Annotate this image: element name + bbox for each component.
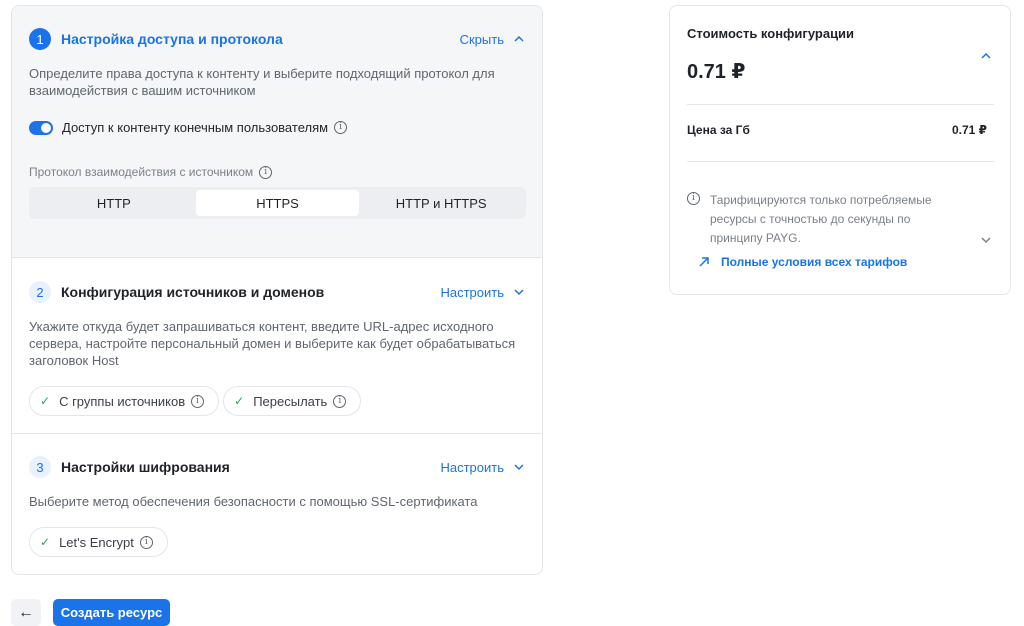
info-icon[interactable]: i xyxy=(259,165,273,179)
step-header: 1 Настройка доступа и протокола Скрыть xyxy=(29,27,525,51)
hide-step-label: Скрыть xyxy=(459,31,504,47)
chevron-up-icon[interactable] xyxy=(980,50,992,62)
step-title: Конфигурация источников и доменов xyxy=(61,284,325,300)
step-access-protocol: 1 Настройка доступа и протокола Скрыть О… xyxy=(12,6,542,258)
step-summary-chips: ✓ С группы источников i ✓ Пересылать i xyxy=(29,386,362,416)
chip-label: Let's Encrypt xyxy=(59,534,134,550)
protocol-option-http[interactable]: HTTP xyxy=(32,190,196,216)
step-title: Настройка доступа и протокола xyxy=(61,31,283,47)
check-icon: ✓ xyxy=(40,535,51,549)
source-group-chip: ✓ С группы источников i xyxy=(29,386,220,416)
cost-panel: Стоимость конфигурации 0.71 ₽ Цена за Гб… xyxy=(669,5,1011,295)
info-icon[interactable]: i xyxy=(139,535,153,549)
protocol-option-https[interactable]: HTTPS xyxy=(195,190,360,216)
check-icon: ✓ xyxy=(234,394,245,408)
divider xyxy=(687,161,994,162)
create-resource-button[interactable]: Создать ресурс xyxy=(53,599,170,626)
chip-label: Пересылать xyxy=(253,393,328,409)
configure-step-button[interactable]: Настроить xyxy=(440,285,525,300)
price-per-gb-label: Цена за Гб xyxy=(687,123,750,137)
info-icon[interactable]: i xyxy=(333,394,347,408)
step-number-badge: 3 xyxy=(29,456,51,478)
back-button[interactable]: ← xyxy=(11,599,41,626)
forward-host-chip: ✓ Пересылать i xyxy=(223,386,362,416)
protocol-label: Протокол взаимодействия с источником xyxy=(29,165,254,179)
arrow-left-icon: ← xyxy=(18,603,34,621)
content-access-toggle-row: Доступ к контенту конечным пользователям… xyxy=(29,120,348,135)
configure-step-label: Настроить xyxy=(440,284,504,300)
cost-title: Стоимость конфигурации xyxy=(687,26,855,41)
arrow-up-right-icon xyxy=(699,257,709,267)
step-header: 2 Конфигурация источников и доменов Наст… xyxy=(29,280,525,304)
content-access-label: Доступ к контенту конечным пользователям xyxy=(62,120,329,135)
chevron-down-icon xyxy=(514,289,524,296)
chevron-up-icon xyxy=(514,35,524,42)
info-icon: i xyxy=(687,192,700,205)
step-header: 3 Настройки шифрования Настроить xyxy=(29,455,525,479)
step-sources-domains: 2 Конфигурация источников и доменов Наст… xyxy=(12,258,542,434)
info-icon[interactable]: i xyxy=(191,394,205,408)
content-access-toggle[interactable] xyxy=(29,120,53,135)
configuration-steps-panel: 1 Настройка доступа и протокола Скрыть О… xyxy=(11,5,543,575)
step-number-badge: 2 xyxy=(29,281,51,303)
protocol-selector: HTTP HTTPS HTTP и HTTPS xyxy=(29,187,526,219)
step-summary-chips: ✓ Let's Encrypt i xyxy=(29,527,168,557)
chevron-down-icon[interactable] xyxy=(980,234,992,246)
step-number-badge: 1 xyxy=(29,28,51,50)
all-tariffs-link-label: Полные условия всех тарифов xyxy=(721,255,908,269)
step-encryption: 3 Настройки шифрования Настроить Выберит… xyxy=(12,434,542,574)
hide-step-button[interactable]: Скрыть xyxy=(460,32,525,47)
step-description: Определите права доступа к контенту и вы… xyxy=(29,66,495,98)
all-tariffs-link[interactable]: Полные условия всех тарифов xyxy=(698,255,907,269)
price-per-gb-value: 0.71 ₽ xyxy=(951,123,987,137)
divider xyxy=(687,104,994,105)
step-description: Выберите метод обеспечения безопасности … xyxy=(29,494,478,509)
info-icon[interactable]: i xyxy=(334,121,348,134)
billing-note: i Тарифицируются только потребляемые рес… xyxy=(687,191,977,248)
chip-label: С группы источников xyxy=(59,393,186,409)
chevron-down-icon xyxy=(514,464,524,471)
protocol-option-http-and-https[interactable]: HTTP и HTTPS xyxy=(359,190,523,216)
protocol-label-row: Протокол взаимодействия с источником i xyxy=(29,165,273,179)
step-description: Укажите откуда будет запрашиваться конте… xyxy=(29,319,516,368)
lets-encrypt-chip: ✓ Let's Encrypt i xyxy=(29,527,168,557)
configure-step-label: Настроить xyxy=(440,459,504,475)
configure-step-button[interactable]: Настроить xyxy=(440,460,525,475)
billing-note-text: Тарифицируются только потребляемые ресур… xyxy=(710,193,932,245)
step-title: Настройки шифрования xyxy=(61,459,230,475)
check-icon: ✓ xyxy=(40,394,51,408)
cost-total: 0.71 ₽ xyxy=(687,61,746,83)
